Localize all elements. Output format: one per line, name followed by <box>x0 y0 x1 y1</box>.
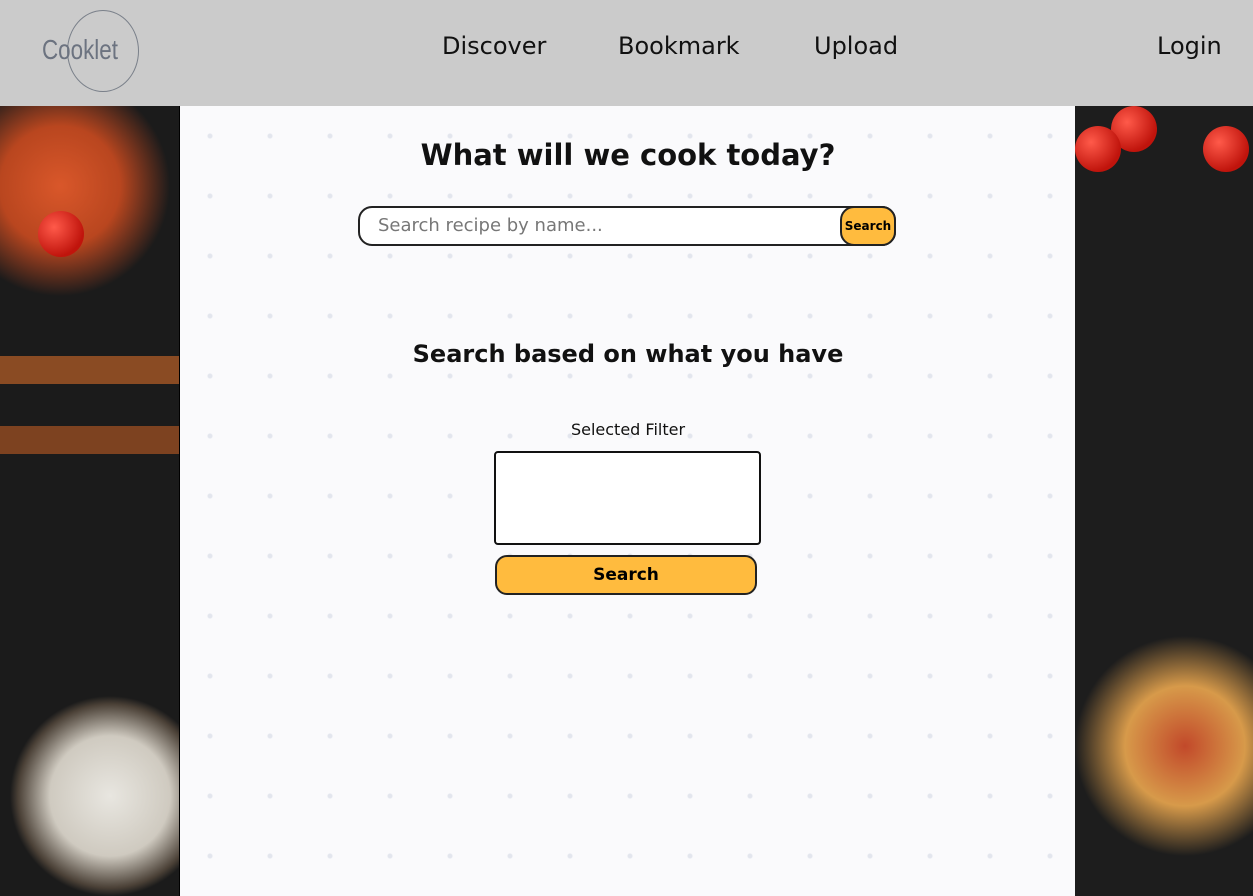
wood-board <box>0 356 179 384</box>
filter-search-button[interactable]: Search <box>495 555 757 595</box>
logo[interactable]: Cooklet <box>42 10 140 94</box>
recipe-search-bar: Search <box>358 206 896 246</box>
nav-discover[interactable]: Discover <box>442 32 546 60</box>
tomato-image <box>1075 126 1121 172</box>
tomato-image <box>38 211 84 257</box>
main-panel: What will we cook today? Search Search b… <box>179 106 1075 896</box>
right-background-image <box>1075 106 1253 896</box>
nav-upload[interactable]: Upload <box>814 32 898 60</box>
wood-board <box>0 426 179 454</box>
selected-filter-label: Selected Filter <box>570 420 686 439</box>
page-title: What will we cook today? <box>420 138 836 172</box>
search-button[interactable]: Search <box>840 206 896 246</box>
section-title: Search based on what you have <box>412 340 844 368</box>
left-background-image <box>0 106 179 896</box>
top-nav: Cooklet Discover Bookmark Upload Login <box>0 0 1253 106</box>
nav-bookmark[interactable]: Bookmark <box>618 32 740 60</box>
selected-filter-box[interactable] <box>494 451 761 545</box>
nav-login[interactable]: Login <box>1157 32 1222 60</box>
logo-text: Cooklet <box>42 34 118 65</box>
tomato-image <box>1203 126 1249 172</box>
recipe-search-input[interactable] <box>378 215 818 236</box>
